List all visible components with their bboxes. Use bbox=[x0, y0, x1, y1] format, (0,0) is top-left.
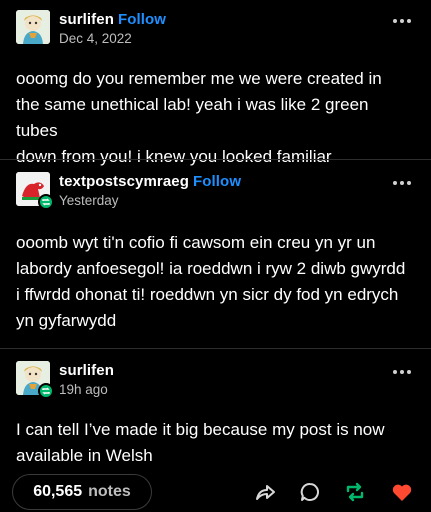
notes-button[interactable]: 60,565 notes bbox=[12, 474, 152, 510]
post-text-line: ooomg do you remember me we were created… bbox=[16, 69, 382, 88]
post-2: textpostscymraeg Follow Yesterday ooomb w… bbox=[0, 160, 431, 350]
blog-name[interactable]: surlifen bbox=[59, 11, 114, 28]
follow-button[interactable]: Follow bbox=[118, 11, 166, 28]
post-text-line: i ffwrdd ohonat ti! roeddwn yn sicr dy f… bbox=[16, 285, 399, 304]
blog-line: textpostscymraeg Follow bbox=[59, 173, 241, 190]
more-dots-icon[interactable] bbox=[393, 178, 413, 188]
post-text-line: I can tell I’ve made it big because my p… bbox=[16, 420, 385, 439]
more-dots-icon[interactable] bbox=[393, 367, 413, 377]
reblog-icon bbox=[42, 198, 50, 206]
blog-line: surlifen bbox=[59, 362, 114, 379]
post-text-line: the same unethical lab! yeah i was like … bbox=[16, 95, 369, 140]
timestamp[interactable]: 19h ago bbox=[59, 382, 108, 397]
timestamp[interactable]: Yesterday bbox=[59, 193, 119, 208]
post-body: I can tell I’ve made it big because my p… bbox=[16, 417, 411, 469]
post-3: surlifen 19h ago I can tell I’ve made it… bbox=[0, 349, 431, 466]
post-header: textpostscymraeg Follow Yesterday bbox=[16, 172, 415, 220]
share-icon[interactable] bbox=[253, 480, 277, 504]
follow-button[interactable]: Follow bbox=[193, 173, 241, 190]
post-1: surlifen Follow Dec 4, 2022 ooomg do you … bbox=[0, 0, 431, 166]
blog-line: surlifen Follow bbox=[59, 11, 166, 28]
timestamp[interactable]: Dec 4, 2022 bbox=[59, 31, 132, 46]
post-footer: 60,565 notes bbox=[0, 466, 431, 512]
avatar-surlifen-icon bbox=[16, 10, 50, 44]
post-body: ooomg do you remember me we were created… bbox=[16, 66, 411, 170]
reply-icon[interactable] bbox=[298, 480, 322, 504]
post-text-line: ooomb wyt ti'n cofio fi cawsom ein creu … bbox=[16, 233, 376, 252]
notes-label: notes bbox=[88, 483, 131, 500]
post-text-line: labordy anfoesegol! ia roeddwn i ryw 2 d… bbox=[16, 259, 406, 278]
reblog-badge bbox=[38, 194, 54, 210]
post-body: ooomb wyt ti'n cofio fi cawsom ein creu … bbox=[16, 230, 411, 334]
avatar[interactable] bbox=[16, 10, 50, 44]
heart-icon[interactable] bbox=[390, 480, 414, 504]
more-dots-icon[interactable] bbox=[393, 16, 413, 26]
reblog-icon bbox=[42, 387, 50, 395]
blog-name[interactable]: surlifen bbox=[59, 362, 114, 379]
reblog-icon[interactable] bbox=[343, 480, 367, 504]
reblog-badge bbox=[38, 383, 54, 399]
post-header: surlifen 19h ago bbox=[16, 361, 415, 409]
notes-count: 60,565 bbox=[33, 483, 83, 500]
post-header: surlifen Follow Dec 4, 2022 bbox=[16, 10, 415, 58]
blog-name[interactable]: textpostscymraeg bbox=[59, 173, 189, 190]
post-text-line: yn gyfarwydd bbox=[16, 311, 117, 330]
